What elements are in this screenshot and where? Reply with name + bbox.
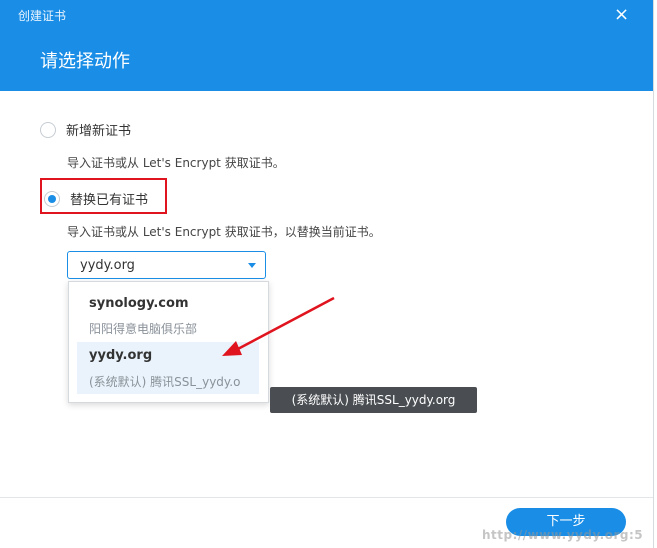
footer-divider xyxy=(0,497,653,498)
watermark: http://www.yydy.org:5 xyxy=(482,528,644,542)
create-certificate-dialog: 创建证书 × 请选择动作 新增新证书 导入证书或从 Let's Encrypt … xyxy=(0,0,654,548)
annotation-arrow xyxy=(222,296,335,356)
